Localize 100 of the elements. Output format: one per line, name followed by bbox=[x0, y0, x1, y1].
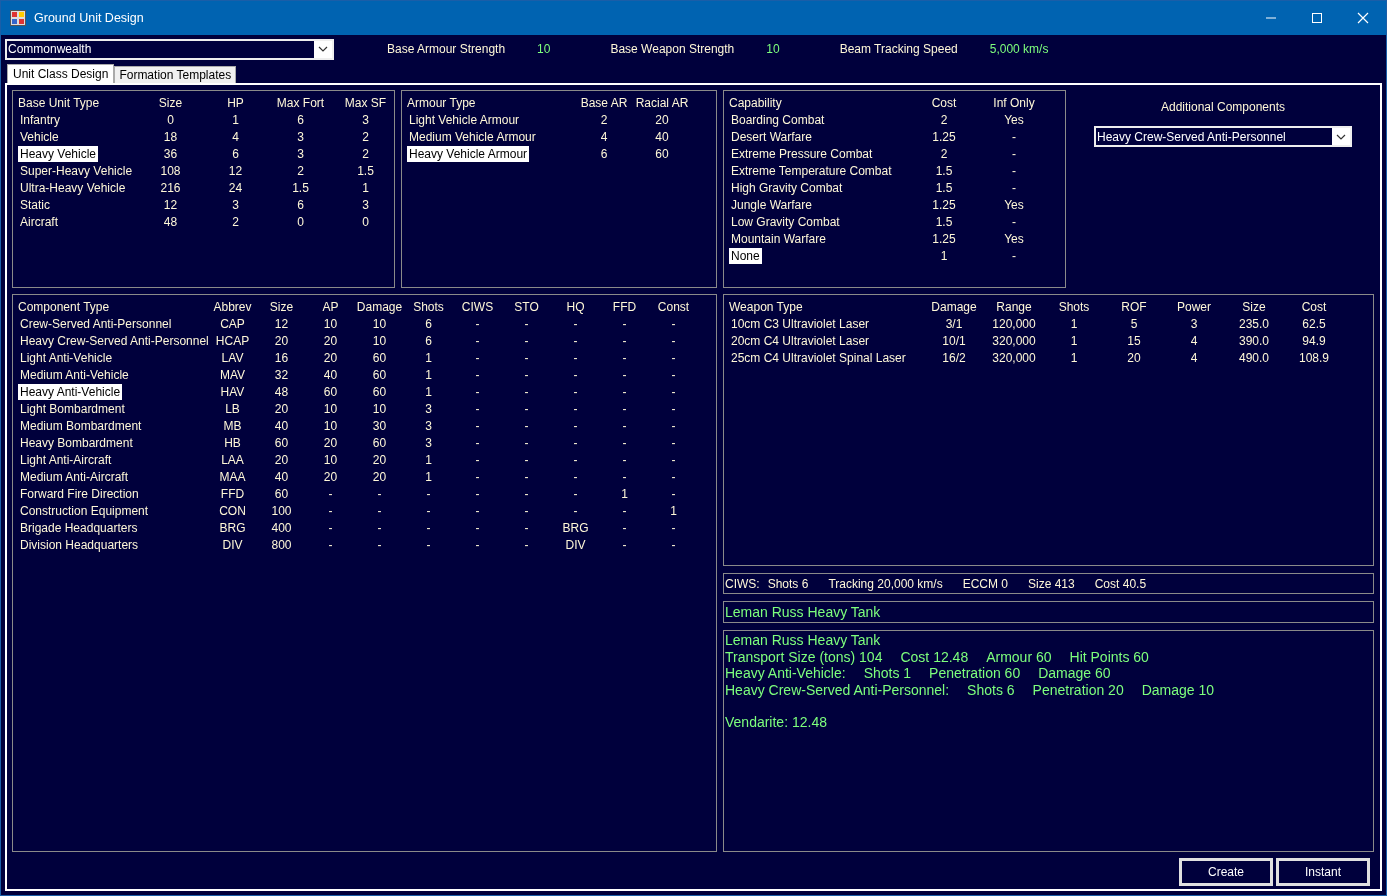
list-item[interactable]: Vehicle bbox=[18, 128, 61, 145]
list-item[interactable]: 10cm C3 Ultraviolet Laser bbox=[729, 315, 872, 332]
empire-dropdown[interactable]: Commonwealth bbox=[5, 38, 334, 60]
stat-label: Base Armour Strength bbox=[387, 42, 506, 56]
list-item[interactable]: Construction Equipment bbox=[18, 502, 151, 519]
table-cell: 6 bbox=[232, 146, 239, 161]
table-cell: - bbox=[671, 435, 676, 450]
list-item[interactable]: Static bbox=[18, 196, 52, 213]
table-cell: LB bbox=[225, 401, 240, 416]
action-button[interactable]: Instant bbox=[1276, 858, 1370, 886]
list-item[interactable]: Mountain Warfare bbox=[729, 230, 828, 247]
list-item[interactable]: Medium Vehicle Armour bbox=[407, 128, 538, 145]
list-item[interactable]: High Gravity Combat bbox=[729, 179, 845, 196]
list-item[interactable]: Extreme Pressure Combat bbox=[729, 145, 875, 162]
column-header: Weapon Type bbox=[729, 299, 803, 314]
list-item[interactable]: Forward Fire Direction bbox=[18, 485, 141, 502]
list-item[interactable]: Low Gravity Combat bbox=[729, 213, 842, 230]
table-cell: - bbox=[622, 435, 627, 450]
table-cell: - bbox=[426, 520, 431, 535]
table-cell: - bbox=[377, 486, 382, 501]
table-cell: 20 bbox=[655, 112, 669, 127]
list-item[interactable]: Ultra-Heavy Vehicle bbox=[18, 179, 128, 196]
list-item[interactable]: Heavy Vehicle Armour bbox=[407, 145, 530, 162]
table-cell: - bbox=[1012, 180, 1016, 195]
table-cell: 12 bbox=[228, 163, 243, 178]
table-cell: - bbox=[671, 452, 676, 467]
ciws-stat: Cost 40.5 bbox=[1094, 576, 1147, 591]
list-item[interactable]: Desert Warfare bbox=[729, 128, 814, 145]
table-cell: 5 bbox=[1130, 316, 1138, 331]
table-cell: 48 bbox=[274, 384, 289, 399]
list-item[interactable]: Medium Anti-Vehicle bbox=[18, 366, 131, 383]
list-item[interactable]: Medium Bombardment bbox=[18, 417, 144, 434]
table-cell: 20 bbox=[372, 469, 387, 484]
list-item[interactable]: Crew-Served Anti-Personnel bbox=[18, 315, 174, 332]
list-item[interactable]: Extreme Temperature Combat bbox=[729, 162, 894, 179]
column-header: Inf Only bbox=[993, 95, 1035, 110]
table-cell: - bbox=[524, 435, 529, 450]
list-item[interactable]: Heavy Crew-Served Anti-Personnel bbox=[18, 332, 211, 349]
list-item[interactable]: Infantry bbox=[18, 111, 63, 128]
table-cell: - bbox=[573, 401, 578, 416]
list-item[interactable]: Light Vehicle Armour bbox=[407, 111, 522, 128]
list-item[interactable]: Boarding Combat bbox=[729, 111, 827, 128]
list-item[interactable]: 25cm C4 Ultraviolet Spinal Laser bbox=[729, 349, 908, 366]
list-item[interactable]: Aircraft bbox=[18, 213, 60, 230]
table-cell: 60 bbox=[372, 367, 387, 382]
list-item[interactable]: Jungle Warfare bbox=[729, 196, 814, 213]
action-button[interactable]: Create bbox=[1179, 858, 1273, 886]
table-cell: MB bbox=[223, 418, 242, 433]
list-item[interactable]: Heavy Bombardment bbox=[18, 434, 135, 451]
table-cell: - bbox=[377, 503, 382, 518]
list-item[interactable]: Light Bombardment bbox=[18, 400, 127, 417]
list-item[interactable]: Light Anti-Vehicle bbox=[18, 349, 115, 366]
additional-components-dropdown[interactable]: Heavy Crew-Served Anti-Personnel bbox=[1094, 126, 1352, 147]
list-item[interactable]: 20cm C4 Ultraviolet Laser bbox=[729, 332, 872, 349]
table-cell: 1 bbox=[232, 112, 239, 127]
table-cell: - bbox=[524, 367, 529, 382]
table-cell: 40 bbox=[274, 418, 289, 433]
table-cell: - bbox=[524, 537, 529, 552]
list-item[interactable]: Heavy Anti-Vehicle bbox=[18, 383, 123, 400]
table-cell: - bbox=[622, 401, 627, 416]
list-item[interactable]: Super-Heavy Vehicle bbox=[18, 162, 135, 179]
table-cell: 800 bbox=[271, 537, 292, 552]
column-header: Abbrev bbox=[213, 299, 252, 314]
table-cell: - bbox=[622, 384, 627, 399]
table-cell: LAA bbox=[221, 452, 244, 467]
table-cell: 20 bbox=[372, 452, 387, 467]
table-cell: 18 bbox=[163, 129, 178, 144]
column-header: Base AR bbox=[580, 95, 628, 110]
table-cell: 1 bbox=[362, 180, 369, 195]
table-cell: 20 bbox=[1127, 350, 1141, 365]
table-cell: 60 bbox=[372, 384, 387, 399]
table-cell: - bbox=[622, 503, 627, 518]
design-name-field[interactable]: Leman Russ Heavy Tank bbox=[723, 601, 1374, 623]
summary-text: Cost 12.48 bbox=[900, 648, 969, 665]
list-item[interactable]: Medium Anti-Aircraft bbox=[18, 468, 131, 485]
table-cell: FFD bbox=[220, 486, 245, 501]
list-item[interactable]: Brigade Headquarters bbox=[18, 519, 140, 536]
column-header: Max Fort bbox=[276, 95, 325, 110]
list-item[interactable]: Heavy Vehicle bbox=[18, 145, 99, 162]
column-header: AP bbox=[322, 299, 339, 314]
list-item[interactable]: None bbox=[729, 247, 762, 264]
table-cell: - bbox=[573, 452, 578, 467]
list-item[interactable]: Division Headquarters bbox=[18, 536, 141, 553]
table-cell: 2 bbox=[940, 112, 948, 127]
table-cell: 320,000 bbox=[992, 333, 1036, 348]
additional-components-label: Additional Components bbox=[1160, 100, 1286, 114]
table-cell: - bbox=[671, 333, 676, 348]
column-header: Cost bbox=[931, 95, 957, 110]
column-header: Range bbox=[996, 299, 1032, 314]
column-header: Racial AR bbox=[635, 95, 689, 110]
list-item[interactable]: Light Anti-Aircraft bbox=[18, 451, 114, 468]
table-cell: 24 bbox=[228, 180, 243, 195]
table-cell: - bbox=[671, 537, 676, 552]
tab[interactable]: Unit Class Design bbox=[7, 64, 115, 83]
table-cell: 1 bbox=[621, 486, 628, 501]
tab[interactable]: Formation Templates bbox=[114, 66, 237, 83]
table-cell: 36 bbox=[163, 146, 178, 161]
table-cell: 20 bbox=[274, 401, 289, 416]
table-cell: - bbox=[573, 503, 578, 518]
window-title: Ground Unit Design bbox=[34, 11, 144, 25]
